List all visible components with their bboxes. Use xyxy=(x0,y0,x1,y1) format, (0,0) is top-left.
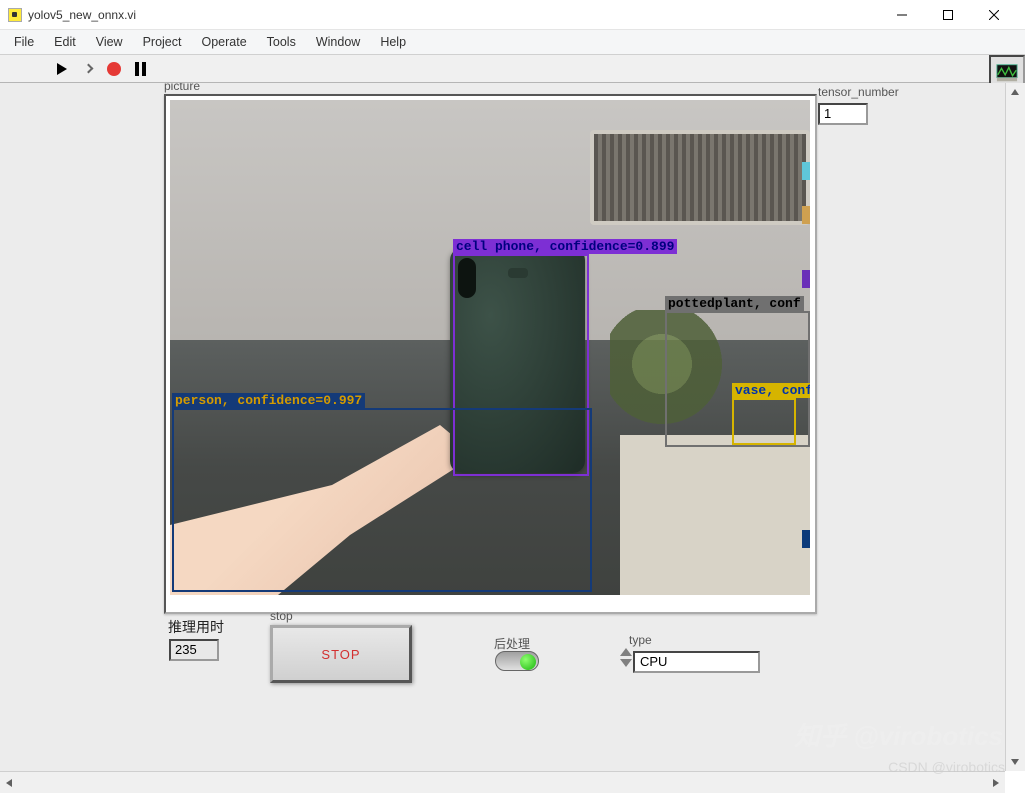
bbox-label: person, confidence=0.997 xyxy=(172,393,365,408)
oscilloscope-icon xyxy=(996,63,1018,83)
tensor-number-field: 1 xyxy=(818,103,868,125)
scroll-right-icon[interactable] xyxy=(987,774,1005,792)
labview-icon xyxy=(8,8,22,22)
front-panel: picture cell phone, confidence=0.899 per… xyxy=(0,83,1005,771)
bbox-label: cell phone, confidence=0.899 xyxy=(453,239,677,254)
picture-indicator: cell phone, confidence=0.899 person, con… xyxy=(164,94,817,614)
menu-help[interactable]: Help xyxy=(370,32,416,52)
menu-view[interactable]: View xyxy=(86,32,133,52)
watermark-csdn: CSDN @virobotics xyxy=(888,759,1005,775)
chevron-up-icon xyxy=(620,648,632,656)
picture-label: picture xyxy=(164,83,200,93)
type-field[interactable]: CPU xyxy=(633,651,760,673)
stop-label: stop xyxy=(270,609,293,623)
abort-circle-icon xyxy=(107,62,121,76)
camera-view: cell phone, confidence=0.899 person, con… xyxy=(170,100,810,595)
type-label: type xyxy=(629,633,652,647)
menubar: File Edit View Project Operate Tools Win… xyxy=(0,30,1025,55)
pause-button[interactable] xyxy=(130,59,150,79)
pause-icon xyxy=(135,62,146,76)
partial-detection-chip xyxy=(802,270,810,288)
partial-detection-chip xyxy=(802,530,810,548)
run-continuously-button[interactable] xyxy=(78,59,98,79)
bbox-vase: vase, conf xyxy=(732,398,796,445)
stop-button[interactable]: STOP xyxy=(270,625,412,683)
close-button[interactable] xyxy=(971,0,1017,30)
vertical-scrollbar[interactable] xyxy=(1005,83,1025,771)
watermark-zhihu: 知乎 @virobotics xyxy=(794,716,1003,753)
menu-edit[interactable]: Edit xyxy=(44,32,86,52)
postproc-label: 后处理 xyxy=(494,635,530,652)
led-on-icon xyxy=(520,654,536,670)
maximize-button[interactable] xyxy=(925,0,971,30)
titlebar: yolov5_new_onnx.vi xyxy=(0,0,1025,30)
menu-file[interactable]: File xyxy=(4,32,44,52)
abort-button[interactable] xyxy=(104,59,124,79)
menu-window[interactable]: Window xyxy=(306,32,370,52)
scroll-down-icon[interactable] xyxy=(1006,753,1024,771)
tensor-number-label: tensor_number xyxy=(818,85,899,99)
run-button[interactable] xyxy=(52,59,72,79)
inference-time-field: 235 xyxy=(169,639,219,661)
postproc-led[interactable] xyxy=(495,651,539,671)
partial-detection-chip xyxy=(802,206,810,224)
window-title: yolov5_new_onnx.vi xyxy=(28,8,879,22)
menu-project[interactable]: Project xyxy=(133,32,192,52)
partial-detection-chip xyxy=(802,162,810,180)
type-spinner[interactable] xyxy=(620,648,633,673)
horizontal-scrollbar[interactable] xyxy=(0,771,1005,793)
bbox-label: vase, conf xyxy=(732,383,810,398)
scroll-up-icon[interactable] xyxy=(1006,83,1024,101)
chevron-down-icon xyxy=(620,659,632,667)
toolbar: ? xyxy=(0,55,1025,83)
bbox-person: person, confidence=0.997 xyxy=(172,408,592,592)
scroll-left-icon[interactable] xyxy=(0,774,18,792)
menu-operate[interactable]: Operate xyxy=(191,32,256,52)
loop-arrows-icon xyxy=(85,65,92,72)
minimize-button[interactable] xyxy=(879,0,925,30)
bbox-label: pottedplant, conf xyxy=(665,296,804,311)
inference-time-label: 推理用时 xyxy=(168,617,224,637)
run-arrow-icon xyxy=(57,63,67,75)
menu-tools[interactable]: Tools xyxy=(257,32,306,52)
